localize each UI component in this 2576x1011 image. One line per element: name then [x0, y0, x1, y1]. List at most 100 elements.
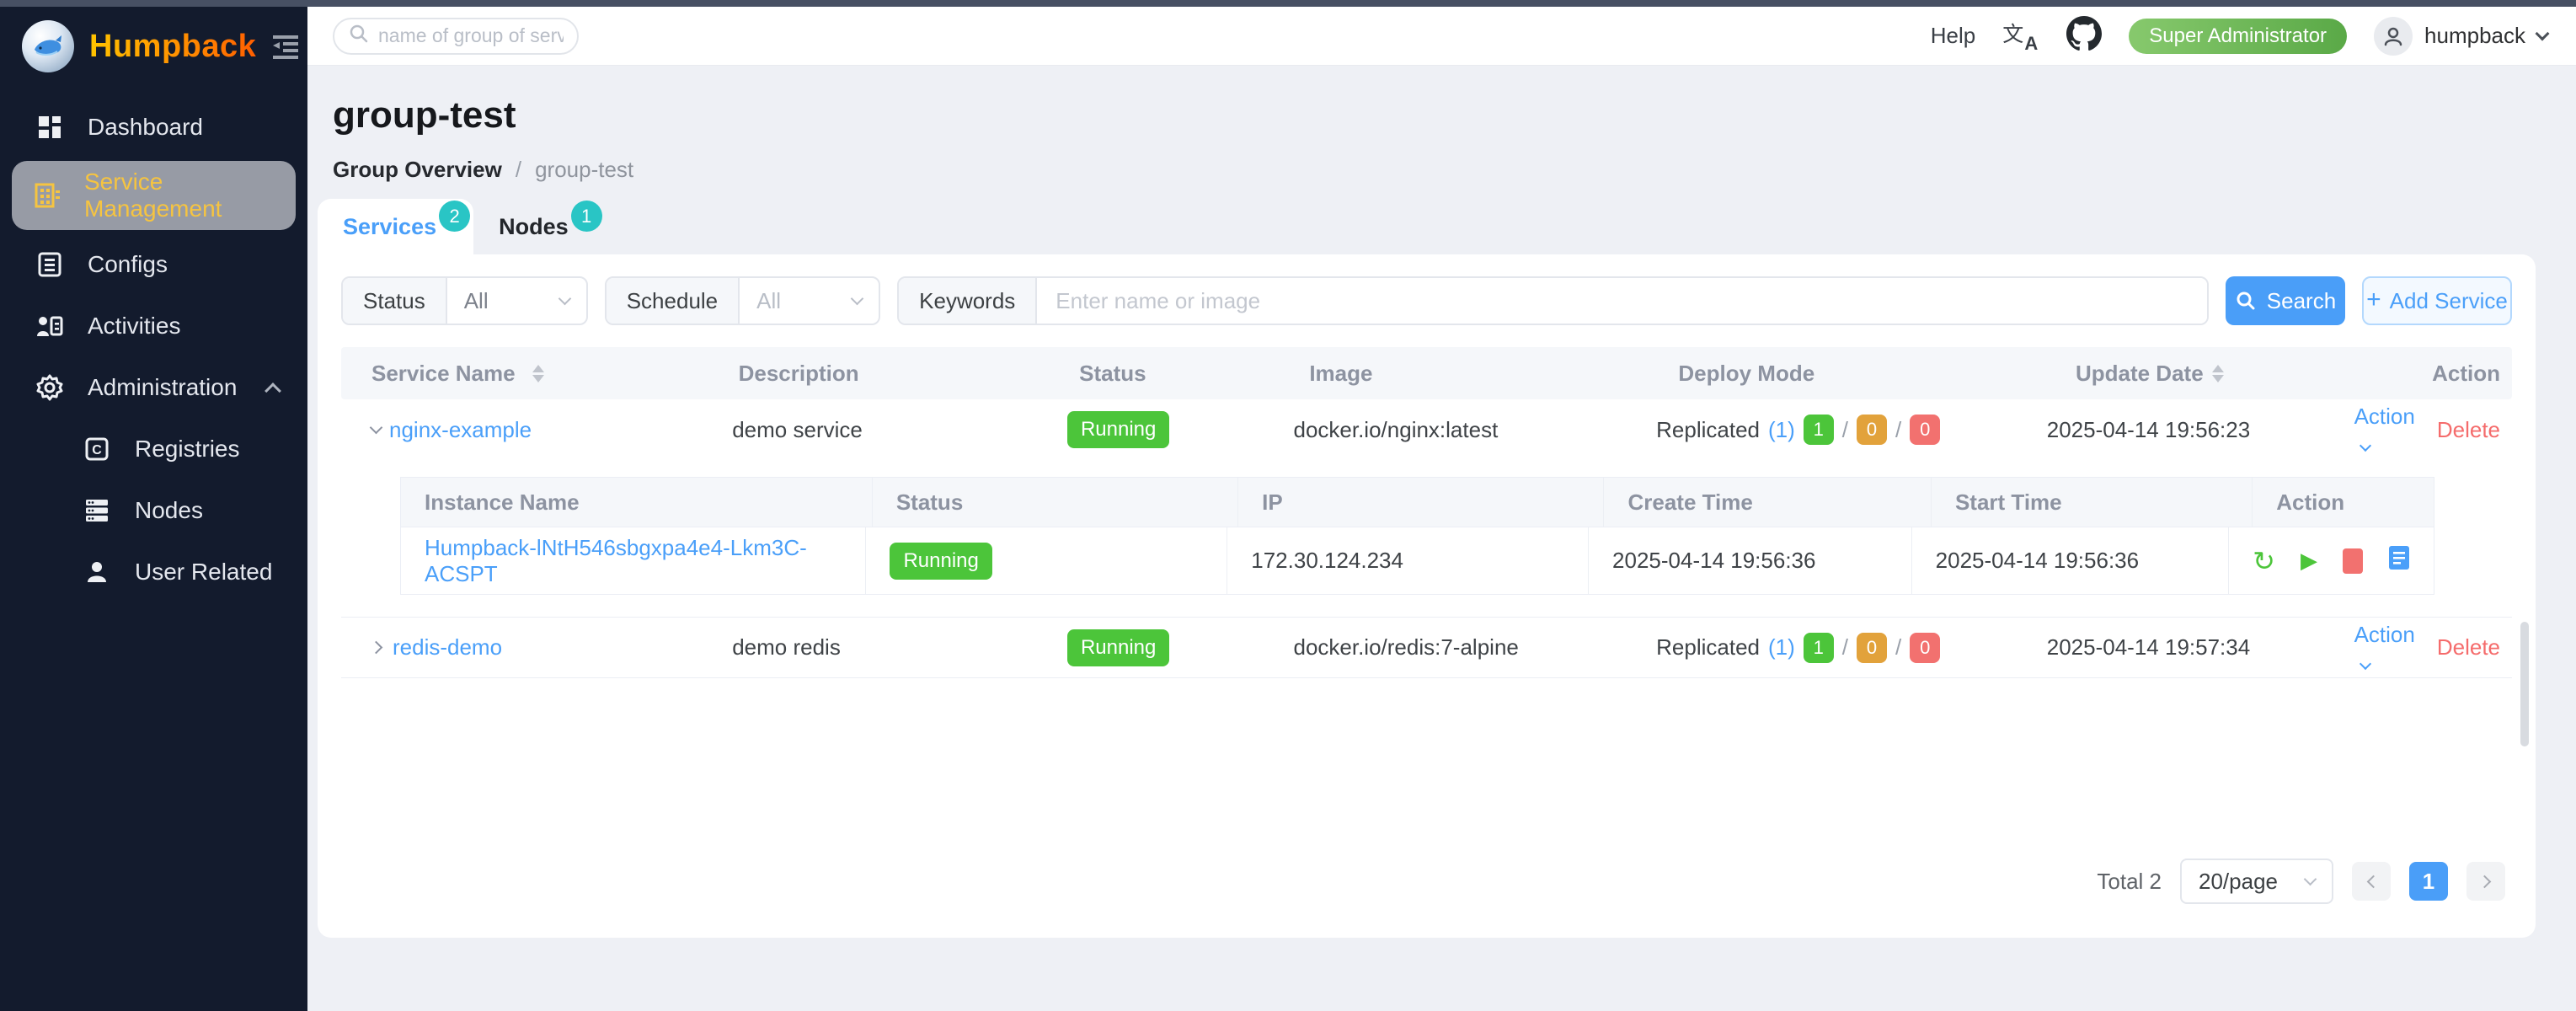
service-description: demo redis: [732, 634, 1067, 661]
sidebar-item-label: Configs: [88, 251, 168, 278]
status-filter: Status All: [341, 276, 588, 325]
table-row: nginx-example demo service Running docke…: [341, 399, 2512, 460]
stop-icon[interactable]: [2343, 548, 2363, 574]
breadcrumb-current: group-test: [535, 157, 633, 183]
service-name-link[interactable]: redis-demo: [393, 634, 502, 661]
sidebar-item-activities[interactable]: Activities: [0, 295, 307, 356]
status-filter-select[interactable]: All: [447, 278, 586, 324]
add-service-button[interactable]: + Add Service: [2362, 276, 2512, 325]
breadcrumb-separator: /: [516, 157, 521, 183]
service-image: docker.io/redis:7-alpine: [1293, 634, 1656, 661]
chevron-right-icon: [2477, 875, 2491, 888]
sidebar-item-label: Administration: [88, 374, 237, 401]
instance-name-link[interactable]: Humpback-lNtH546sbgxpa4e4-Lkm3C-ACSPT: [425, 535, 842, 587]
avatar: [2374, 17, 2413, 56]
status-badge: Running: [1067, 629, 1169, 666]
search-button[interactable]: Search: [2226, 276, 2345, 325]
action-dropdown[interactable]: Action: [2354, 622, 2415, 674]
sort-icon[interactable]: [2212, 365, 2224, 382]
replica-count-link[interactable]: (1): [1768, 417, 1795, 443]
sidebar-item-service-management[interactable]: Service Management: [12, 161, 296, 230]
replicas-pending-badge: 0: [1857, 633, 1887, 663]
sidebar-item-label: Dashboard: [88, 114, 203, 141]
user-menu[interactable]: humpback: [2374, 17, 2547, 56]
prev-page-button[interactable]: [2352, 862, 2391, 901]
logs-icon[interactable]: [2388, 545, 2410, 576]
col-update-date[interactable]: Update Date: [2076, 361, 2204, 387]
instance-table-wrapper: Instance Name Status IP Create Time Star…: [341, 460, 2512, 618]
breadcrumb: Group Overview / group-test: [333, 157, 633, 183]
search-icon: [348, 23, 370, 49]
global-search[interactable]: [333, 18, 579, 55]
chevron-down-icon: [558, 292, 571, 306]
instance-actions: ↻ ▶: [2229, 527, 2434, 594]
chevron-up-icon: [265, 382, 281, 399]
replicas-failed-badge: 0: [1910, 633, 1940, 663]
update-date: 2025-04-14 19:57:34: [2047, 634, 2354, 661]
sidebar-item-label: User Related: [135, 559, 272, 586]
tab-label: Services: [343, 214, 436, 240]
pagination: Total 2 20/page 1: [2097, 859, 2505, 904]
page-size-select[interactable]: 20/page: [2180, 859, 2333, 904]
tab-services-count-badge: 2: [439, 201, 470, 232]
replicas-failed-badge: 0: [1910, 415, 1940, 445]
replicas-running-badge: 1: [1804, 415, 1834, 445]
replica-count-link[interactable]: (1): [1768, 634, 1795, 661]
sidebar-item-administration[interactable]: Administration: [0, 356, 307, 418]
sidebar-item-configs[interactable]: Configs: [0, 233, 307, 295]
plus-icon: +: [2366, 287, 2381, 313]
chevron-down-icon: [851, 292, 864, 306]
restart-icon[interactable]: ↻: [2253, 548, 2275, 575]
next-page-button[interactable]: [2466, 862, 2505, 901]
keywords-filter: Keywords: [897, 276, 2209, 325]
instance-start-time: 2025-04-14 19:56:36: [1912, 527, 2230, 594]
play-icon[interactable]: ▶: [2301, 548, 2317, 574]
collapse-row-icon[interactable]: [370, 420, 383, 434]
schedule-filter-select[interactable]: All: [740, 278, 879, 324]
sidebar-item-label: Nodes: [135, 497, 203, 524]
page-1-button[interactable]: 1: [2409, 862, 2448, 901]
sidebar-item-user-related[interactable]: User Related: [0, 541, 307, 602]
sidebar-item-label: Registries: [135, 436, 239, 463]
scrollbar-thumb[interactable]: [2520, 622, 2529, 746]
github-icon[interactable]: [2066, 16, 2102, 56]
tab-services[interactable]: Services 2: [318, 199, 473, 254]
sort-icon[interactable]: [532, 365, 544, 382]
services-panel: Status All Schedule All Keywords Search: [318, 254, 2536, 938]
sidebar-item-registries[interactable]: C Registries: [0, 418, 307, 479]
service-image: docker.io/nginx:latest: [1293, 417, 1656, 443]
service-name-link[interactable]: nginx-example: [389, 417, 532, 443]
help-link[interactable]: Help: [1931, 23, 1975, 49]
sidebar-item-label: Service Management: [84, 168, 279, 222]
chevron-left-icon: [2366, 875, 2380, 888]
window-top-strip: [0, 0, 2576, 7]
col-instance-status: Status: [873, 478, 1238, 527]
sidebar-item-dashboard[interactable]: Dashboard: [0, 96, 307, 158]
instance-row: Humpback-lNtH546sbgxpa4e4-Lkm3C-ACSPT Ru…: [401, 527, 2434, 594]
col-create-time: Create Time: [1604, 478, 1931, 527]
keywords-input[interactable]: [1037, 278, 2207, 324]
replicas-running-badge: 1: [1804, 633, 1834, 663]
delete-button[interactable]: Delete: [2437, 417, 2500, 443]
schedule-filter: Schedule All: [605, 276, 880, 325]
breadcrumb-root[interactable]: Group Overview: [333, 157, 502, 183]
tab-label: Nodes: [499, 214, 569, 240]
tab-nodes[interactable]: Nodes 1: [473, 199, 606, 254]
expand-row-icon[interactable]: [370, 641, 383, 655]
humpback-logo-icon: [22, 20, 74, 72]
action-dropdown[interactable]: Action: [2354, 404, 2415, 456]
delete-button[interactable]: Delete: [2437, 634, 2500, 661]
instance-ip: 172.30.124.234: [1227, 527, 1589, 594]
gear-icon: [34, 374, 66, 401]
global-search-input[interactable]: [378, 24, 564, 47]
instance-create-time: 2025-04-14 19:56:36: [1589, 527, 1912, 594]
sidebar-item-nodes[interactable]: Nodes: [0, 479, 307, 541]
chevron-down-icon: [2360, 657, 2371, 669]
sidebar: Humpback Dashboard: [0, 7, 307, 1011]
schedule-filter-label: Schedule: [607, 278, 740, 324]
chevron-down-icon: [2536, 26, 2550, 40]
col-service-name[interactable]: Service Name: [371, 361, 516, 387]
col-status: Status: [1079, 361, 1309, 387]
translate-icon[interactable]: 文 A: [2002, 19, 2039, 53]
collapse-sidebar-icon[interactable]: [271, 34, 300, 59]
